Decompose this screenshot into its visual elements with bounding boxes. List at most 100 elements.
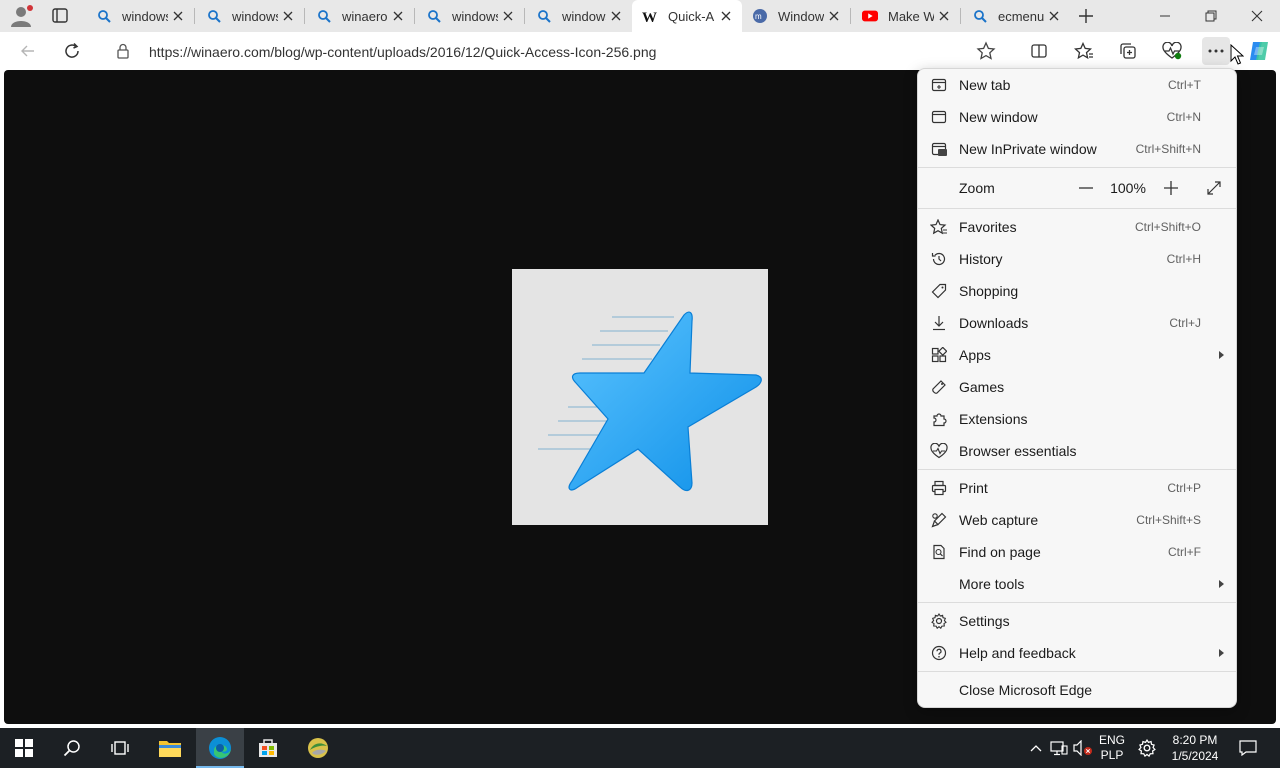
back-button[interactable] [14, 37, 42, 65]
notifications-button[interactable] [1234, 728, 1262, 768]
tab[interactable]: windows [86, 0, 194, 32]
chevron-up-icon [1030, 745, 1042, 752]
tab-separator [194, 8, 195, 24]
menu-item-new-tab[interactable]: New tab Ctrl+T [918, 69, 1236, 101]
refresh-button[interactable] [58, 37, 86, 65]
menu-item-more-tools[interactable]: More tools [918, 568, 1236, 600]
network-button[interactable] [1048, 728, 1070, 768]
search-icon [96, 8, 112, 24]
menu-item-shopping[interactable]: Shopping [918, 275, 1236, 307]
start-button[interactable] [0, 728, 48, 768]
tab[interactable]: windows [196, 0, 304, 32]
tab-actions-button[interactable] [46, 6, 74, 26]
fullscreen-button[interactable] [1204, 178, 1224, 198]
menu-item-label: Games [959, 379, 1005, 395]
profile-icon [11, 5, 33, 27]
close-tab-icon[interactable] [1044, 6, 1064, 26]
menu-item-help-and-feedback[interactable]: Help and feedback [918, 637, 1236, 669]
tab[interactable]: m Window [742, 0, 850, 32]
settings-and-more-button[interactable] [1202, 37, 1230, 65]
task-view-button[interactable] [96, 728, 144, 768]
search-icon [63, 740, 80, 757]
close-tab-icon[interactable] [606, 6, 626, 26]
minimize-button[interactable] [1142, 0, 1188, 32]
close-tab-icon[interactable] [498, 6, 518, 26]
restore-button[interactable] [1188, 0, 1234, 32]
tab[interactable]: windows [416, 0, 524, 32]
favorites-button[interactable] [1070, 37, 1098, 65]
tab[interactable]: ecmenu [962, 0, 1070, 32]
menu-item-find-on-page[interactable]: Find on page Ctrl+F [918, 536, 1236, 568]
close-tab-icon[interactable] [168, 6, 188, 26]
address-bar[interactable]: https://winaero.com/blog/wp-content/uplo… [104, 36, 1016, 66]
menu-item-web-capture[interactable]: Web capture Ctrl+Shift+S [918, 504, 1236, 536]
submenu-arrow-icon [1219, 649, 1224, 657]
taskbar-microsoft-edge[interactable] [196, 728, 244, 768]
close-icon [1251, 10, 1263, 22]
quick-access-image[interactable] [512, 269, 768, 525]
close-tab-icon[interactable] [388, 6, 408, 26]
tab[interactable]: Make W [852, 0, 960, 32]
close-tab-icon[interactable] [716, 6, 736, 26]
menu-item-downloads[interactable]: Downloads Ctrl+J [918, 307, 1236, 339]
minimize-icon [1160, 15, 1170, 17]
split-screen-button[interactable] [1025, 37, 1053, 65]
heartbeat-icon [930, 442, 948, 460]
taskbar-microsoft-store[interactable] [244, 728, 292, 768]
toolbar: https://winaero.com/blog/wp-content/uplo… [0, 32, 1280, 70]
zoom-in-button[interactable] [1161, 178, 1181, 198]
profile-button[interactable] [8, 4, 34, 28]
close-tab-icon[interactable] [824, 6, 844, 26]
svg-text:m: m [755, 12, 762, 21]
menu-item-apps[interactable]: Apps [918, 339, 1236, 371]
menu-item-favorites[interactable]: Favorites Ctrl+Shift+O [918, 211, 1236, 243]
collections-button[interactable] [1114, 37, 1142, 65]
add-favorite-icon[interactable] [976, 41, 996, 64]
close-window-button[interactable] [1234, 0, 1280, 32]
menu-item-new-window[interactable]: New window Ctrl+N [918, 101, 1236, 133]
menu-item-games[interactable]: Games [918, 371, 1236, 403]
menu-item-label: Settings [959, 613, 1010, 629]
taskbar-search-button[interactable] [48, 728, 96, 768]
input-language-button[interactable]: ENG PLP [1096, 728, 1128, 768]
volume-button[interactable] [1072, 728, 1094, 768]
zoom-out-button[interactable] [1076, 178, 1096, 198]
taskbar-app[interactable] [294, 728, 342, 768]
menu-item-new-inprivate-window[interactable]: New InPrivate window Ctrl+Shift+N [918, 133, 1236, 165]
menu-item-label: Web capture [959, 512, 1039, 528]
close-tab-icon[interactable] [934, 6, 954, 26]
tab[interactable]: winaero [306, 0, 414, 32]
more-dots-icon [1208, 49, 1224, 53]
submenu-arrow-icon [1219, 580, 1224, 588]
menu-item-history[interactable]: History Ctrl+H [918, 243, 1236, 275]
browser-essentials-button[interactable] [1158, 37, 1186, 65]
new-tab-button[interactable] [1074, 4, 1098, 28]
close-tab-icon[interactable] [278, 6, 298, 26]
clock-button[interactable]: 8:20 PM 1/5/2024 [1164, 728, 1226, 768]
lock-icon[interactable] [116, 43, 130, 62]
menu-separator [918, 208, 1236, 209]
menu-item-extensions[interactable]: Extensions [918, 403, 1236, 435]
keyboard-layout: PLP [1100, 748, 1124, 762]
language-code: ENG [1098, 733, 1125, 747]
url-text[interactable]: https://winaero.com/blog/wp-content/uplo… [149, 44, 656, 60]
tab[interactable]: windows [526, 0, 632, 32]
menu-item-close-microsoft-edge[interactable]: Close Microsoft Edge [918, 674, 1236, 706]
menu-separator [918, 469, 1236, 470]
tab-active[interactable]: W Quick-A [632, 0, 742, 32]
menu-item-print[interactable]: Print Ctrl+P [918, 472, 1236, 504]
youtube-favicon-icon [862, 8, 878, 24]
settings-icon [930, 612, 948, 630]
menu-item-label: History [959, 251, 1003, 267]
menu-item-settings[interactable]: Settings [918, 605, 1236, 637]
copilot-button[interactable] [1244, 36, 1274, 66]
menu-item-shortcut: Ctrl+Shift+O [1134, 220, 1201, 234]
back-arrow-icon [21, 45, 34, 57]
find-icon [930, 543, 948, 561]
tray-settings-button[interactable] [1134, 728, 1160, 768]
history-icon [930, 250, 948, 268]
taskbar-file-explorer[interactable] [146, 728, 194, 768]
menu-item-label: More tools [959, 576, 1025, 592]
menu-item-browser-essentials[interactable]: Browser essentials [918, 435, 1236, 467]
show-hidden-icons-button[interactable] [1026, 728, 1046, 768]
